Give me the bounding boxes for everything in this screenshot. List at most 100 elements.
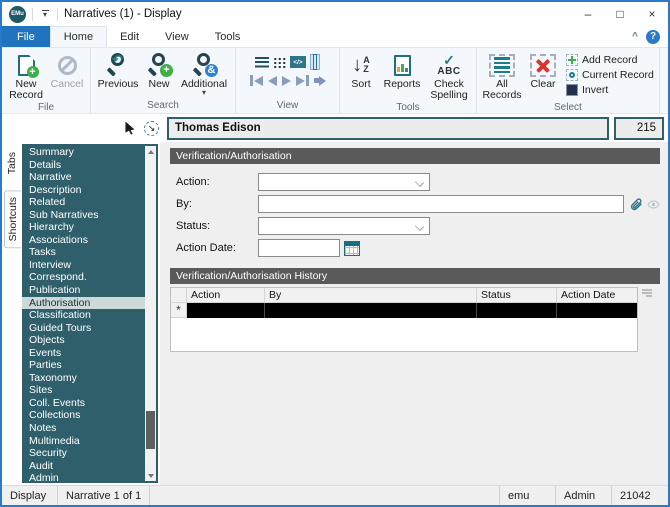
- collapse-ribbon-icon[interactable]: ^: [632, 31, 638, 42]
- column-header-by[interactable]: By: [265, 288, 477, 303]
- minimize-button[interactable]: –: [572, 2, 604, 26]
- tab-view[interactable]: View: [152, 26, 202, 47]
- grid-options-icon[interactable]: [642, 289, 652, 297]
- sidebar-item-coll-events[interactable]: Coll. Events: [22, 397, 145, 410]
- sort-label: Sort: [351, 79, 370, 90]
- sidebar-item-objects[interactable]: Objects: [22, 334, 145, 347]
- vertical-tab-shortcuts[interactable]: Shortcuts: [4, 190, 21, 248]
- sidebar-item-correspond[interactable]: Correspond.: [22, 271, 145, 284]
- previous-search-button[interactable]: ↶ Previous: [94, 50, 142, 90]
- check-spelling-button[interactable]: ✓ ABC Check Spelling: [425, 50, 473, 101]
- first-record-icon[interactable]: [250, 75, 263, 86]
- section-title: Verification/Authorisation: [176, 150, 292, 162]
- cursor-tool-icon[interactable]: [124, 122, 136, 135]
- column-header-status[interactable]: Status: [477, 288, 557, 303]
- previous-record-icon[interactable]: [268, 76, 277, 86]
- sidebar-item-guided-tours[interactable]: Guided Tours: [22, 322, 145, 335]
- cancel-button[interactable]: Cancel: [47, 50, 87, 90]
- action-combobox[interactable]: [258, 173, 430, 191]
- current-record-label: Current Record: [582, 69, 654, 81]
- sidebar-scrollbar[interactable]: [145, 146, 156, 481]
- sidebar: Summary Details Narrative Description Re…: [22, 144, 158, 483]
- clear-selection-button[interactable]: Clear: [524, 50, 562, 90]
- sort-button[interactable]: ↓ AZ Sort: [343, 50, 379, 90]
- last-record-icon[interactable]: [296, 75, 309, 86]
- sidebar-item-related[interactable]: Related: [22, 196, 145, 209]
- sidebar-item-interview[interactable]: Interview: [22, 259, 145, 272]
- grid-view-icon[interactable]: [273, 57, 286, 68]
- tab-edit[interactable]: Edit: [107, 26, 152, 47]
- titlebar-separator: [57, 8, 58, 21]
- next-record-icon[interactable]: [282, 76, 291, 86]
- scrollbar-thumb[interactable]: [146, 411, 155, 449]
- sidebar-item-collections[interactable]: Collections: [22, 409, 145, 422]
- current-record-button[interactable]: Current Record: [566, 68, 654, 81]
- code-view-icon[interactable]: </>: [290, 56, 306, 68]
- goto-record-icon[interactable]: [314, 76, 326, 86]
- app-window: EMu ▾ Narratives (1) - Display – □ × Fil…: [0, 0, 670, 507]
- record-number: 215: [637, 122, 656, 134]
- sidebar-item-audit[interactable]: Audit: [22, 460, 145, 473]
- action-date-label: Action Date:: [176, 242, 258, 254]
- all-records-button[interactable]: All Records: [480, 50, 524, 101]
- select-region-icon[interactable]: ↘: [144, 121, 159, 136]
- tab-tools[interactable]: Tools: [202, 26, 254, 47]
- calendar-icon[interactable]: [344, 241, 360, 256]
- list-view-icon[interactable]: [255, 57, 269, 68]
- sidebar-item-classification[interactable]: Classification: [22, 309, 145, 322]
- page-view-icon-selected[interactable]: [310, 54, 320, 70]
- sidebar-item-authorisation[interactable]: Authorisation: [22, 297, 145, 310]
- add-record-button[interactable]: Add Record: [566, 53, 654, 66]
- scroll-up-icon[interactable]: [145, 146, 156, 157]
- scroll-down-icon[interactable]: [145, 470, 156, 481]
- status-combobox[interactable]: [258, 217, 430, 235]
- check-spelling-icon: ✓ ABC: [437, 54, 460, 77]
- reports-button[interactable]: Reports: [379, 50, 425, 90]
- sidebar-item-notes[interactable]: Notes: [22, 422, 145, 435]
- sidebar-item-description[interactable]: Description: [22, 184, 145, 197]
- vertical-tab-tabs[interactable]: Tabs: [4, 146, 20, 180]
- sidebar-item-admin[interactable]: Admin: [22, 472, 145, 483]
- sidebar-item-summary[interactable]: Summary: [22, 146, 145, 159]
- quick-access-dropdown[interactable]: ▾: [39, 10, 51, 19]
- additional-search-button[interactable]: & Additional ▾: [176, 50, 232, 96]
- sidebar-item-sites[interactable]: Sites: [22, 384, 145, 397]
- column-header-action-date[interactable]: Action Date: [557, 288, 637, 303]
- action-date-input[interactable]: [258, 239, 340, 257]
- invert-selection-button[interactable]: Invert: [566, 83, 654, 96]
- status-server: emu: [500, 486, 556, 505]
- attachment-icon[interactable]: [629, 197, 644, 212]
- history-table: Action By Status Action Date *: [170, 287, 638, 352]
- sidebar-item-details[interactable]: Details: [22, 159, 145, 172]
- window-controls: – □ ×: [572, 2, 668, 26]
- sidebar-item-publication[interactable]: Publication: [22, 284, 145, 297]
- new-search-button[interactable]: + New: [142, 50, 176, 90]
- tab-file[interactable]: File: [2, 26, 50, 47]
- by-input[interactable]: [258, 195, 624, 213]
- column-header-action[interactable]: Action: [187, 288, 265, 303]
- sidebar-item-parties[interactable]: Parties: [22, 359, 145, 372]
- help-icon[interactable]: ?: [646, 30, 660, 44]
- reports-icon: [394, 55, 411, 76]
- sidebar-item-multimedia[interactable]: Multimedia: [22, 435, 145, 448]
- new-record-button[interactable]: + New Record: [5, 50, 47, 101]
- sidebar-item-sub-narratives[interactable]: Sub Narratives: [22, 209, 145, 222]
- group-label-select: Select: [480, 101, 656, 114]
- tab-home[interactable]: Home: [50, 26, 107, 47]
- sidebar-item-associations[interactable]: Associations: [22, 234, 145, 247]
- cancel-icon: [58, 56, 77, 75]
- sidebar-item-hierarchy[interactable]: Hierarchy: [22, 221, 145, 234]
- sidebar-item-narrative[interactable]: Narrative: [22, 171, 145, 184]
- close-button[interactable]: ×: [636, 2, 668, 26]
- sidebar-item-events[interactable]: Events: [22, 347, 145, 360]
- ribbon-group-tools: ↓ AZ Sort Reports ✓ ABC Check Spelling T…: [340, 48, 477, 113]
- maximize-button[interactable]: □: [604, 2, 636, 26]
- sidebar-item-taxonomy[interactable]: Taxonomy: [22, 372, 145, 385]
- table-row-new[interactable]: *: [171, 303, 637, 318]
- sidebar-item-security[interactable]: Security: [22, 447, 145, 460]
- sort-icon: ↓ AZ: [352, 55, 370, 75]
- add-record-label: Add Record: [582, 54, 637, 66]
- eye-icon[interactable]: [647, 200, 660, 209]
- ribbon-group-file: + New Record Cancel File: [2, 48, 91, 113]
- sidebar-item-tasks[interactable]: Tasks: [22, 246, 145, 259]
